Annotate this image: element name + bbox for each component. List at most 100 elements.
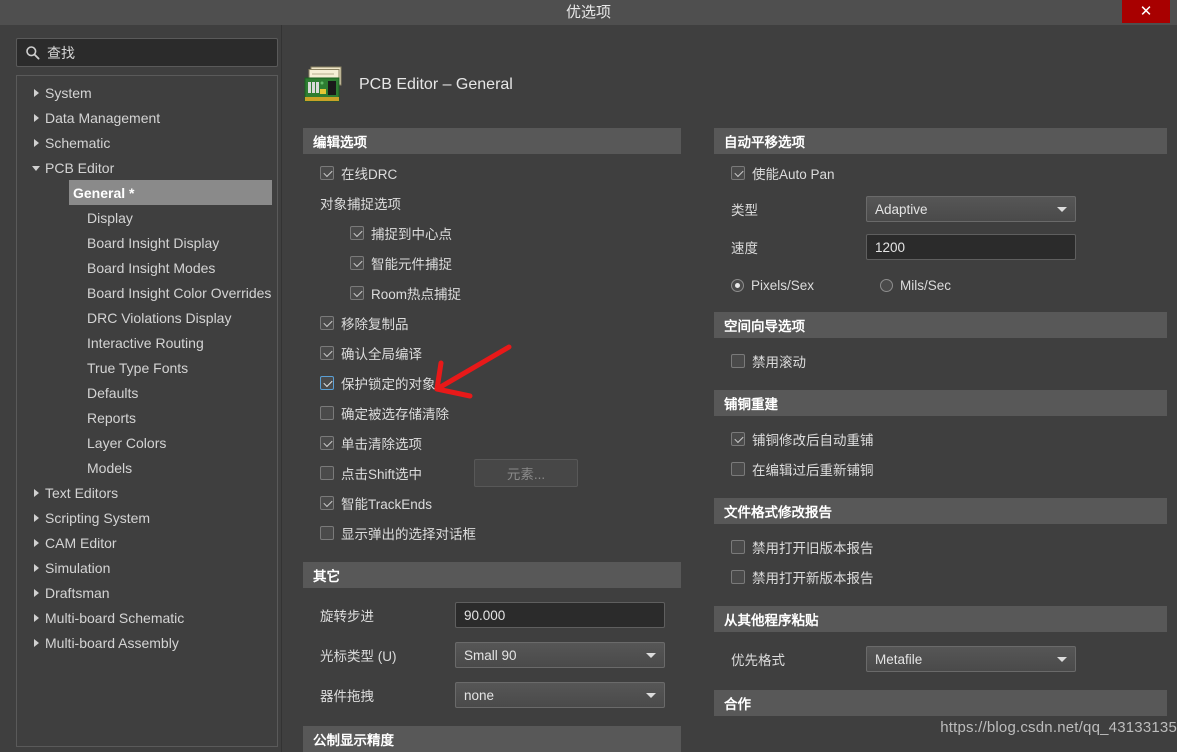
checkbox-online-drc[interactable]: 在线DRC xyxy=(303,158,681,188)
checkbox-snap-center-box[interactable] xyxy=(350,226,364,240)
checkbox-disable-opening-newer-report-box[interactable] xyxy=(731,570,745,584)
radio-pixels-per-sec[interactable] xyxy=(731,278,744,292)
label-snap-options: 对象捕捉选项 xyxy=(320,197,401,212)
sidebar-item-text-editors[interactable]: Text Editors xyxy=(17,480,277,505)
sidebar-item-interactive-routing[interactable]: Interactive Routing xyxy=(17,330,277,355)
checkbox-room-hotspot-snap-box[interactable] xyxy=(350,286,364,300)
section-space-navigator-options: 空间向导选项 xyxy=(714,312,1167,338)
primitives-button[interactable]: 元素... xyxy=(474,459,579,487)
field-auto-pan-speed-label: 速度 xyxy=(731,241,758,256)
checkbox-click-clears-selection-box[interactable] xyxy=(320,436,334,450)
chevron-down-icon xyxy=(27,164,45,172)
sidebar-item-cam-editor[interactable]: CAM Editor xyxy=(17,530,277,555)
checkbox-confirm-global-edit-box[interactable] xyxy=(320,346,334,360)
field-component-drag-select[interactable]: none xyxy=(455,682,665,708)
sidebar-item-multi-board-schematic[interactable]: Multi-board Schematic xyxy=(17,605,277,630)
radio-mils-per-sec[interactable] xyxy=(880,278,894,292)
checkbox-repour-after-modify[interactable]: 铺铜修改后自动重铺 xyxy=(714,424,1167,454)
field-preferred-format-select[interactable]: Metafile xyxy=(866,646,1076,672)
checkbox-repour-after-edit[interactable]: 在编辑过后重新铺铜 xyxy=(714,454,1167,484)
checkbox-smart-component-snap[interactable]: 智能元件捕捉 xyxy=(303,248,681,278)
title-bar: 优选项 ✕ xyxy=(0,0,1177,25)
sidebar-item-schematic[interactable]: Schematic xyxy=(17,130,277,155)
field-auto-pan-type-select[interactable]: Adaptive xyxy=(866,196,1076,222)
sidebar-item-board-insight-color-overrides[interactable]: Board Insight Color Overrides xyxy=(17,280,277,305)
sidebar-item-board-insight-modes[interactable]: Board Insight Modes xyxy=(17,255,277,280)
checkbox-online-drc-box[interactable] xyxy=(320,166,334,180)
sidebar-item-label: Reports xyxy=(87,409,137,426)
checkbox-smart-track-ends-box[interactable] xyxy=(320,496,334,510)
sidebar-item-general[interactable]: General * xyxy=(69,180,272,205)
checkbox-enable-auto-pan[interactable]: 使能Auto Pan xyxy=(714,158,1167,188)
section-auto-pan-options: 自动平移选项 xyxy=(714,128,1167,154)
sidebar-item-multi-board-assembly[interactable]: Multi-board Assembly xyxy=(17,630,277,655)
left-options-column: 编辑选项 在线DRC 对象捕捉选项 捕捉到中心点 智能元件捕捉 Room热点捕捉… xyxy=(303,128,681,752)
checkbox-display-popup-selection-dialog[interactable]: 显示弹出的选择对话框 xyxy=(303,518,681,548)
search-input[interactable]: 查找 xyxy=(16,38,278,67)
checkbox-snap-center[interactable]: 捕捉到中心点 xyxy=(303,218,681,248)
close-button[interactable]: ✕ xyxy=(1122,0,1170,23)
checkbox-shift-click-to-select-box[interactable] xyxy=(320,466,334,480)
sidebar-item-label: Defaults xyxy=(87,384,139,401)
checkbox-room-hotspot-snap[interactable]: Room热点捕捉 xyxy=(303,278,681,308)
sidebar-item-true-type-fonts[interactable]: True Type Fonts xyxy=(17,355,277,380)
checkbox-repour-after-edit-box[interactable] xyxy=(731,462,745,476)
checkbox-protect-locked-objects-label: 保护锁定的对象 xyxy=(341,377,436,392)
section-metric-display-precision: 公制显示精度 xyxy=(303,726,681,752)
checkbox-disable-roll-box[interactable] xyxy=(731,354,745,368)
sidebar-item-label: CAM Editor xyxy=(45,534,117,551)
checkbox-confirm-selection-memory-clear[interactable]: 确定被选存储清除 xyxy=(303,398,681,428)
field-auto-pan-type-value: Adaptive xyxy=(875,201,928,217)
field-rotation-step-input[interactable]: 90.000 xyxy=(455,602,665,628)
sidebar-item-label: Display xyxy=(87,209,133,226)
sidebar-item-draftsman[interactable]: Draftsman xyxy=(17,580,277,605)
sidebar-item-label: True Type Fonts xyxy=(87,359,189,376)
sidebar-item-models[interactable]: Models xyxy=(17,455,277,480)
checkbox-disable-roll[interactable]: 禁用滚动 xyxy=(714,346,1167,376)
checkbox-remove-duplicates[interactable]: 移除复制品 xyxy=(303,308,681,338)
sidebar-item-data-management[interactable]: Data Management xyxy=(17,105,277,130)
checkbox-confirm-global-edit[interactable]: 确认全局编译 xyxy=(303,338,681,368)
checkbox-enable-auto-pan-box[interactable] xyxy=(731,166,745,180)
sidebar-item-label: Draftsman xyxy=(45,584,110,601)
field-cursor-type-value: Small 90 xyxy=(464,647,517,663)
sidebar-item-drc-violations-display[interactable]: DRC Violations Display xyxy=(17,305,277,330)
sidebar-item-scripting-system[interactable]: Scripting System xyxy=(17,505,277,530)
sidebar-item-reports[interactable]: Reports xyxy=(17,405,277,430)
checkbox-click-clears-selection[interactable]: 单击清除选项 xyxy=(303,428,681,458)
field-auto-pan-type-label: 类型 xyxy=(731,203,758,218)
checkbox-confirm-selection-memory-clear-box[interactable] xyxy=(320,406,334,420)
sidebar-item-display[interactable]: Display xyxy=(17,205,277,230)
field-auto-pan-speed-input[interactable]: 1200 xyxy=(866,234,1076,260)
checkbox-smart-track-ends[interactable]: 智能TrackEnds xyxy=(303,488,681,518)
field-cursor-type-select[interactable]: Small 90 xyxy=(455,642,665,668)
chevron-right-icon xyxy=(27,88,45,97)
checkbox-shift-click-to-select[interactable]: 点击Shift选中 xyxy=(303,458,422,488)
section-paste-from-other-apps: 从其他程序粘贴 xyxy=(714,606,1167,632)
checkbox-protect-locked-objects-box[interactable] xyxy=(320,376,334,390)
checkbox-display-popup-selection-dialog-box[interactable] xyxy=(320,526,334,540)
sidebar-item-board-insight-display[interactable]: Board Insight Display xyxy=(17,230,277,255)
checkbox-protect-locked-objects[interactable]: 保护锁定的对象 xyxy=(303,368,681,398)
sidebar-item-layer-colors[interactable]: Layer Colors xyxy=(17,430,277,455)
sidebar-item-label: System xyxy=(45,84,92,101)
sidebar-item-simulation[interactable]: Simulation xyxy=(17,555,277,580)
checkbox-disable-opening-older-report[interactable]: 禁用打开旧版本报告 xyxy=(714,532,1167,562)
field-rotation-step-label: 旋转步进 xyxy=(320,609,374,624)
checkbox-disable-opening-newer-report[interactable]: 禁用打开新版本报告 xyxy=(714,562,1167,592)
page-header: PCB Editor – General xyxy=(303,61,513,109)
checkbox-disable-opening-older-report-box[interactable] xyxy=(731,540,745,554)
chevron-right-icon xyxy=(27,513,45,522)
checkbox-remove-duplicates-box[interactable] xyxy=(320,316,334,330)
sidebar-item-pcb-editor[interactable]: PCB Editor xyxy=(17,155,277,180)
field-preferred-format-label: 优先格式 xyxy=(731,653,785,668)
checkbox-online-drc-label: 在线DRC xyxy=(341,167,398,182)
chevron-right-icon xyxy=(27,563,45,572)
checkbox-repour-after-modify-box[interactable] xyxy=(731,432,745,446)
content-pane: PCB Editor – General 编辑选项 在线DRC 对象捕捉选项 捕… xyxy=(284,25,1177,752)
preferences-tree[interactable]: System Data Management Schematic PCB Editor… xyxy=(16,75,278,747)
checkbox-smart-component-snap-label: 智能元件捕捉 xyxy=(371,257,452,272)
sidebar-item-system[interactable]: System xyxy=(17,80,277,105)
sidebar-item-defaults[interactable]: Defaults xyxy=(17,380,277,405)
checkbox-smart-component-snap-box[interactable] xyxy=(350,256,364,270)
